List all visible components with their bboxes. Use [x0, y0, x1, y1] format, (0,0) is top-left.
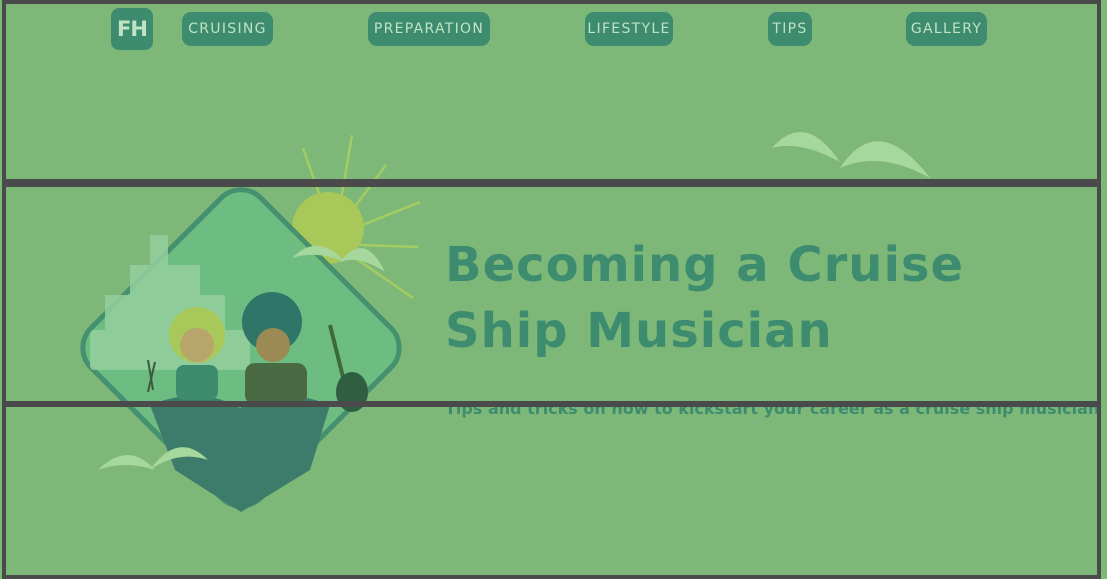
section-outline-top	[2, 0, 1101, 183]
section-outline-middle	[2, 183, 1101, 405]
section-outline-bottom	[2, 403, 1101, 579]
